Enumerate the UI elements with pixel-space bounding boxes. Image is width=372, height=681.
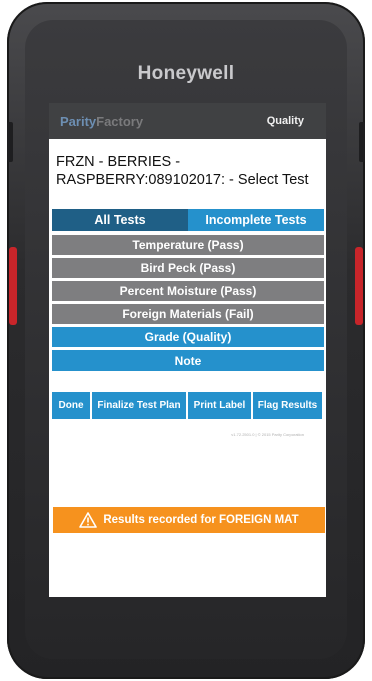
scan-button-left[interactable] — [9, 247, 17, 325]
test-list: Temperature (Pass) Bird Peck (Pass) Perc… — [52, 235, 324, 374]
test-item-percent-moisture[interactable]: Percent Moisture (Pass) — [52, 281, 324, 301]
app-logo: ParityFactory — [60, 114, 143, 129]
action-bar: Done Finalize Test Plan Print Label Flag… — [52, 392, 324, 419]
test-item-note[interactable]: Note — [52, 350, 324, 371]
test-item-bird-peck[interactable]: Bird Peck (Pass) — [52, 258, 324, 278]
finalize-test-plan-button[interactable]: Finalize Test Plan — [92, 392, 186, 419]
print-label-button[interactable]: Print Label — [188, 392, 251, 419]
done-button[interactable]: Done — [52, 392, 90, 419]
alert-banner: Results recorded for FOREIGN MAT — [53, 507, 325, 533]
page-title: FRZN - BERRIES - RASPBERRY:089102017: - … — [56, 154, 309, 188]
flag-results-button[interactable]: Flag Results — [253, 392, 322, 419]
device-brand-logo: Honeywell — [137, 63, 235, 84]
section-label: Quality — [266, 115, 304, 127]
test-item-grade[interactable]: Grade (Quality) — [52, 327, 324, 347]
side-key-left[interactable] — [7, 122, 13, 162]
side-key-right[interactable] — [359, 122, 365, 162]
app-screen: ParityFactory Quality FRZN - BERRIES - R… — [49, 103, 326, 597]
alert-text: Results recorded for FOREIGN MAT — [103, 514, 299, 526]
logo-part-factory: Factory — [96, 113, 144, 129]
test-item-temperature[interactable]: Temperature (Pass) — [52, 235, 324, 255]
tab-incomplete-tests[interactable]: Incomplete Tests — [188, 209, 324, 231]
warning-icon — [79, 512, 98, 528]
logo-part-parity: Parity — [60, 113, 97, 129]
test-item-foreign-materials[interactable]: Foreign Materials (Fail) — [52, 304, 324, 324]
version-footer: v1.72.2501.0 | © 2015 Parity Corporation — [231, 432, 304, 437]
app-header: ParityFactory Quality — [49, 103, 326, 139]
scan-button-right[interactable] — [355, 247, 363, 325]
test-filter-tabs: All Tests Incomplete Tests — [52, 209, 324, 231]
tab-all-tests[interactable]: All Tests — [52, 209, 188, 231]
